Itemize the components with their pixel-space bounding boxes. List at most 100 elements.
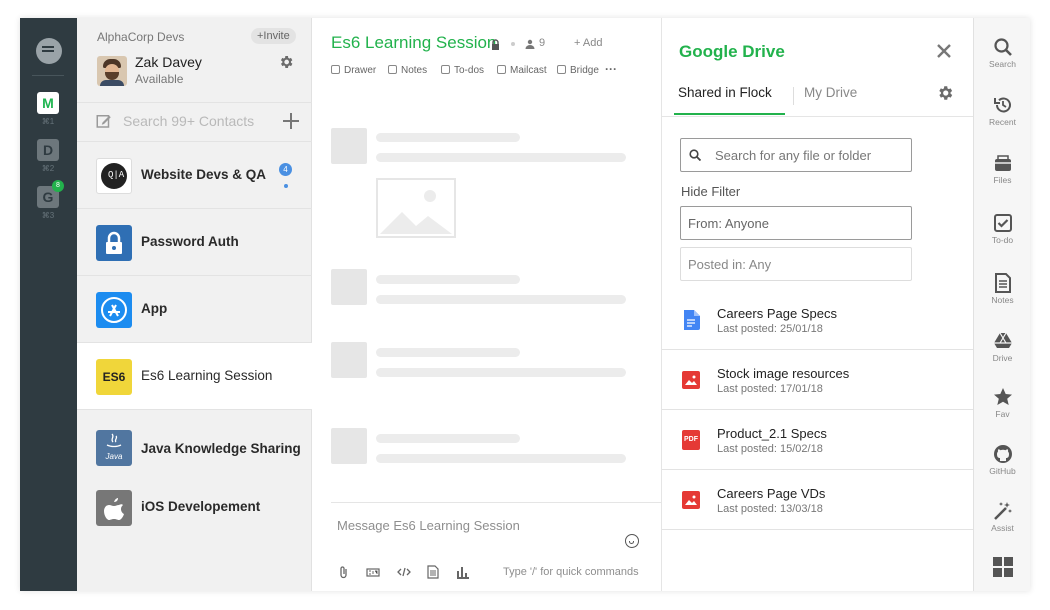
magic-wand-icon [993, 502, 1012, 520]
contact-item-password-auth[interactable]: Password Auth [77, 209, 312, 276]
gif-icon[interactable] [366, 565, 380, 579]
invite-button[interactable]: +Invite [251, 28, 296, 44]
message-skeleton-line [376, 348, 520, 357]
poll-icon[interactable] [456, 565, 470, 579]
posted-in-filter-field[interactable]: Posted in: Any [680, 247, 912, 281]
contact-label: iOS Developement [141, 499, 261, 514]
code-icon[interactable] [397, 565, 411, 579]
gear-icon[interactable] [936, 84, 954, 102]
message-skeleton-avatar [331, 128, 367, 164]
todos-tab[interactable]: To-dos [441, 65, 484, 76]
notes-tool-button[interactable]: Notes [974, 273, 1030, 305]
from-filter-field[interactable]: From: Anyone [680, 206, 912, 240]
more-options-button[interactable]: ··· [605, 62, 617, 76]
file-date: Last posted: 25/01/18 [717, 323, 823, 335]
team-m-shortcut: ⌘1 [41, 117, 55, 126]
user-name: Zak Davey [135, 54, 202, 70]
contact-label: Es6 Learning Session [141, 368, 273, 383]
todo-tool-button[interactable]: To-do [974, 213, 1030, 245]
mail-icon [497, 65, 506, 74]
file-item[interactable]: Stock image resources Last posted: 17/01… [662, 350, 974, 410]
contact-search-bar[interactable]: Search 99+ Contacts [77, 102, 312, 142]
unread-dot [284, 184, 288, 188]
tool-label: GitHub [989, 466, 1016, 476]
image-placeholder-icon [376, 178, 456, 238]
message-skeleton-line [376, 434, 520, 443]
contact-item-java[interactable]: Java Java Knowledge Sharing [77, 410, 312, 483]
quick-commands-hint: Type '/' for quick commands [503, 566, 639, 578]
contact-item-ios[interactable]: iOS Developement [77, 483, 312, 550]
add-contact-icon[interactable] [283, 113, 299, 129]
file-item[interactable]: Careers Page Specs Last posted: 25/01/18 [662, 290, 974, 350]
drive-tool-button[interactable]: Drive [974, 331, 1030, 363]
pdf-icon: PDF [682, 430, 700, 450]
tool-label: Recent [989, 117, 1016, 127]
assist-tool-button[interactable]: Assist [974, 501, 1030, 533]
message-skeleton-line [376, 133, 520, 142]
team-g-badge: 8 [52, 180, 64, 192]
flock-logo-icon[interactable] [36, 38, 62, 64]
message-skeleton-avatar [331, 342, 367, 378]
member-count[interactable]: 9 [539, 37, 545, 49]
tab-my-drive[interactable]: My Drive [804, 85, 857, 100]
drive-search-input[interactable]: Search for any file or folder [680, 138, 912, 172]
message-skeleton-line [376, 368, 626, 377]
apps-rail: Search Recent Files To-do Notes Drive Fa… [973, 18, 1030, 591]
members-icon [525, 39, 535, 49]
tool-label: Notes [991, 295, 1014, 305]
tab-shared-in-flock[interactable]: Shared in Flock [678, 85, 772, 100]
apps-grid-icon [992, 557, 1013, 577]
message-input[interactable]: Message Es6 Learning Session [337, 518, 520, 533]
unread-badge: 4 [279, 163, 292, 176]
github-icon [993, 445, 1012, 463]
close-icon[interactable] [936, 43, 952, 59]
bridge-tab[interactable]: Bridge [557, 65, 599, 76]
team-rail: M ⌘1 D ⌘2 G 8 ⌘3 [20, 18, 77, 591]
contact-label: Website Devs & QA [141, 167, 267, 182]
search-tool-button[interactable]: Search [974, 37, 1030, 69]
active-tab-indicator [674, 113, 785, 115]
search-icon [993, 38, 1012, 56]
favorites-tool-button[interactable]: Fav [974, 387, 1030, 419]
contact-label: App [141, 301, 168, 316]
rail-divider [32, 75, 64, 76]
file-date: Last posted: 13/03/18 [717, 503, 823, 515]
contact-item-app[interactable]: App [77, 276, 312, 343]
file-item[interactable]: Careers Page VDs Last posted: 13/03/18 [662, 470, 974, 530]
gear-icon[interactable] [278, 54, 294, 70]
emoji-icon[interactable] [625, 534, 639, 548]
team-m-button[interactable]: M [37, 92, 59, 114]
files-tool-button[interactable]: Files [974, 153, 1030, 185]
lock-icon [96, 225, 132, 261]
add-member-button[interactable]: + Add [574, 37, 602, 49]
tool-label: Drive [992, 353, 1013, 363]
file-item[interactable]: PDF Product_2.1 Specs Last posted: 15/02… [662, 410, 974, 470]
github-tool-button[interactable]: GitHub [974, 444, 1030, 476]
contact-search-input[interactable]: Search 99+ Contacts [123, 113, 254, 129]
recent-tool-button[interactable]: Recent [974, 95, 1030, 127]
contact-item-website-devs[interactable]: Q|A Website Devs & QA 4 [77, 142, 312, 209]
message-skeleton-line [376, 153, 626, 162]
drawer-tab[interactable]: Drawer [331, 65, 376, 76]
posted-in-filter-value: Posted in: Any [688, 257, 772, 272]
channel-title[interactable]: Es6 Learning Session [331, 33, 496, 53]
compose-icon[interactable] [95, 112, 113, 130]
apps-grid-button[interactable] [974, 557, 1030, 577]
hide-filter-link[interactable]: Hide Filter [681, 184, 740, 199]
file-name: Careers Page VDs [717, 486, 826, 501]
tool-label: Files [993, 175, 1012, 185]
attachment-icon[interactable] [337, 565, 351, 579]
team-d-button[interactable]: D [37, 139, 59, 161]
message-skeleton-line [376, 295, 626, 304]
contact-item-es6[interactable]: ES6 Es6 Learning Session [77, 343, 313, 410]
mailcast-tab[interactable]: Mailcast [497, 65, 547, 76]
avatar[interactable] [97, 56, 127, 86]
files-icon [994, 155, 1011, 171]
note-icon[interactable] [426, 565, 440, 579]
google-drive-pane: Google Drive Shared in Flock My Drive Se… [661, 18, 974, 591]
user-status[interactable]: Available [135, 72, 183, 86]
notes-tab[interactable]: Notes [388, 65, 427, 76]
file-date: Last posted: 17/01/18 [717, 383, 823, 395]
qa-logo-icon: Q|A [96, 158, 132, 194]
notes-icon [994, 273, 1011, 293]
